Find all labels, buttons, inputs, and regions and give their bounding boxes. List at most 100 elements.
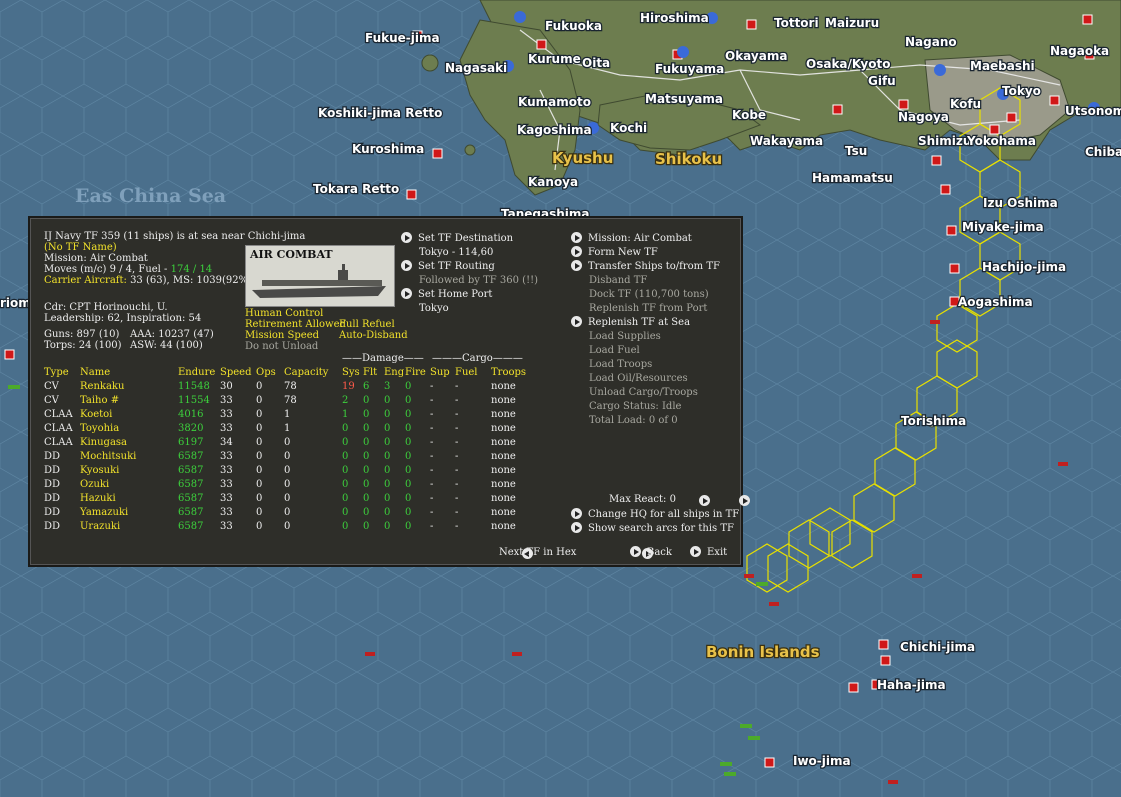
load-fuel[interactable]: Load Fuel xyxy=(589,344,640,358)
table-cell[interactable]: Taiho # xyxy=(80,393,178,407)
load-oil[interactable]: Load Oil/Resources xyxy=(589,372,688,386)
col-header[interactable]: Capacity xyxy=(284,365,342,379)
table-row[interactable]: CLAA Koetoi 4016 33 0 1 1 0 0 0 - - none xyxy=(44,407,531,421)
table-cell: 0 xyxy=(384,436,391,448)
tf-asw: ASW: 44 (100) xyxy=(130,340,203,351)
opt-auto-disband[interactable]: Auto-Disband xyxy=(339,329,408,343)
mission-button[interactable]: Mission: Air Combat xyxy=(571,232,692,246)
table-cell[interactable]: Ozuki xyxy=(80,477,178,491)
cargo-status: Cargo Status: Idle xyxy=(589,401,682,412)
exit-button[interactable]: Exit xyxy=(690,546,727,560)
table-cell: - xyxy=(455,380,459,392)
table-cell: none xyxy=(491,422,516,434)
map-label: Aogashima xyxy=(958,295,1033,309)
unload-cargo[interactable]: Unload Cargo/Troops xyxy=(589,386,698,400)
map-label: Izu Oshima xyxy=(983,196,1058,210)
change-hq-button[interactable]: Change HQ for all ships in TF xyxy=(571,508,739,522)
table-cell: DD xyxy=(44,450,61,462)
table-cell[interactable]: Koetoi xyxy=(80,407,178,421)
table-cell[interactable]: Renkaku xyxy=(80,379,178,393)
replenish-sea-button[interactable]: Replenish TF at Sea xyxy=(571,316,690,330)
load-troops[interactable]: Load Troops xyxy=(589,358,652,372)
table-cell[interactable]: Hazuki xyxy=(80,491,178,505)
table-cell: 0 xyxy=(405,506,412,518)
table-row[interactable]: DD Hazuki 6587 33 0 0 0 0 0 0 - - none xyxy=(44,491,531,505)
table-cell: 0 xyxy=(256,394,263,406)
table-cell: 0 xyxy=(384,422,391,434)
table-cell: 0 xyxy=(384,478,391,490)
col-header[interactable]: Troops xyxy=(491,365,531,379)
table-cell: 0 xyxy=(405,422,412,434)
set-destination-button[interactable]: Set TF Destination xyxy=(401,232,513,246)
table-cell: 4016 xyxy=(178,408,204,420)
map-label: Kurume xyxy=(528,52,581,66)
table-cell: 0 xyxy=(256,506,263,518)
col-header[interactable]: Eng xyxy=(384,365,405,379)
set-home-port-button[interactable]: Set Home Port xyxy=(401,288,492,302)
table-cell[interactable]: Toyohia xyxy=(80,421,178,435)
load-supplies[interactable]: Load Supplies xyxy=(589,330,661,344)
col-header[interactable]: Name xyxy=(80,365,178,379)
table-cell[interactable]: Kyosuki xyxy=(80,463,178,477)
max-react-increase-icon[interactable] xyxy=(699,495,710,506)
table-cell[interactable]: Mochitsuki xyxy=(80,449,178,463)
table-cell: 0 xyxy=(342,520,349,532)
table-cell: 0 xyxy=(256,436,263,448)
cargo-group-header: ———Cargo——— xyxy=(432,353,523,364)
table-cell[interactable]: Yamazuki xyxy=(80,505,178,519)
map-label: Kanoya xyxy=(528,175,578,189)
table-cell: 33 xyxy=(220,422,233,434)
table-cell: DD xyxy=(44,506,61,518)
map-label: Nagaoka xyxy=(1050,44,1109,58)
table-cell: - xyxy=(455,520,459,532)
table-cell: 0 xyxy=(284,492,291,504)
table-header-row: Type Name Endure Speed Ops Capacity Sys … xyxy=(44,365,531,379)
map-label: Hamamatsu xyxy=(812,171,893,185)
transfer-ships-button[interactable]: Transfer Ships to/from TF xyxy=(571,260,720,274)
total-load: Total Load: 0 of 0 xyxy=(589,415,678,426)
map-label: Chiba xyxy=(1085,145,1121,159)
col-header[interactable]: Sup xyxy=(430,365,455,379)
table-cell: - xyxy=(455,478,459,490)
table-row[interactable]: DD Ozuki 6587 33 0 0 0 0 0 0 - - none xyxy=(44,477,531,491)
table-cell: 0 xyxy=(256,492,263,504)
col-header[interactable]: Sys xyxy=(342,365,363,379)
table-cell: 0 xyxy=(284,464,291,476)
table-row[interactable]: DD Urazuki 6587 33 0 0 0 0 0 0 - - none xyxy=(44,519,531,533)
set-routing-button[interactable]: Set TF Routing xyxy=(401,260,495,274)
table-cell: 0 xyxy=(342,436,349,448)
region-label: Kyushu xyxy=(552,149,613,167)
table-row[interactable]: CLAA Toyohia 3820 33 0 1 0 0 0 0 - - none xyxy=(44,421,531,435)
disband-tf[interactable]: Disband TF xyxy=(589,274,647,288)
opt-unload[interactable]: Do not Unload xyxy=(245,340,318,354)
table-row[interactable]: DD Yamazuki 6587 33 0 0 0 0 0 0 - - none xyxy=(44,505,531,519)
table-cell: - xyxy=(455,394,459,406)
col-header[interactable]: Ops xyxy=(256,365,284,379)
max-react: Max React: 0 xyxy=(609,494,676,505)
col-header[interactable]: Flt xyxy=(363,365,384,379)
map-label: Tokara Retto xyxy=(313,182,399,196)
map-label: Okayama xyxy=(725,49,787,63)
col-header[interactable]: Speed xyxy=(220,365,256,379)
table-cell: 0 xyxy=(363,520,370,532)
table-row[interactable]: CV Renkaku 11548 30 0 78 19 6 3 0- - none xyxy=(44,379,531,393)
dock-tf[interactable]: Dock TF (110,700 tons) xyxy=(589,288,709,302)
table-row[interactable]: CV Taiho #11554 33 0 78 2 0 0 0 - - none xyxy=(44,393,531,407)
table-cell[interactable]: Kinugasa xyxy=(80,435,178,449)
col-header[interactable]: Fuel xyxy=(455,365,491,379)
search-arcs-button[interactable]: Show search arcs for this TF xyxy=(571,522,734,536)
form-new-tf-button[interactable]: Form New TF xyxy=(571,246,658,260)
destination-value: Tokyo - 114,60 xyxy=(419,247,494,258)
col-header[interactable]: Type xyxy=(44,365,80,379)
tf-carrier-aircraft: Carrier Aircraft: 33 (63), MS: 1039(92%) xyxy=(44,275,252,286)
col-header[interactable]: Fire xyxy=(405,365,430,379)
back-button[interactable]: Back xyxy=(630,546,672,560)
replenish-port[interactable]: Replenish TF from Port xyxy=(589,302,707,316)
col-header[interactable]: Endure xyxy=(178,365,220,379)
arrow-right-icon xyxy=(571,316,582,327)
table-cell[interactable]: Urazuki xyxy=(80,519,178,533)
table-row[interactable]: CLAA Kinugasa 6197 34 0 0 0 0 0 0 - - none xyxy=(44,435,531,449)
table-row[interactable]: DD Mochitsuki 6587 33 0 0 0 0 0 0 - - none xyxy=(44,449,531,463)
table-cell: CLAA xyxy=(44,422,73,434)
table-row[interactable]: DD Kyosuki 6587 33 0 0 0 0 0 0 - - none xyxy=(44,463,531,477)
